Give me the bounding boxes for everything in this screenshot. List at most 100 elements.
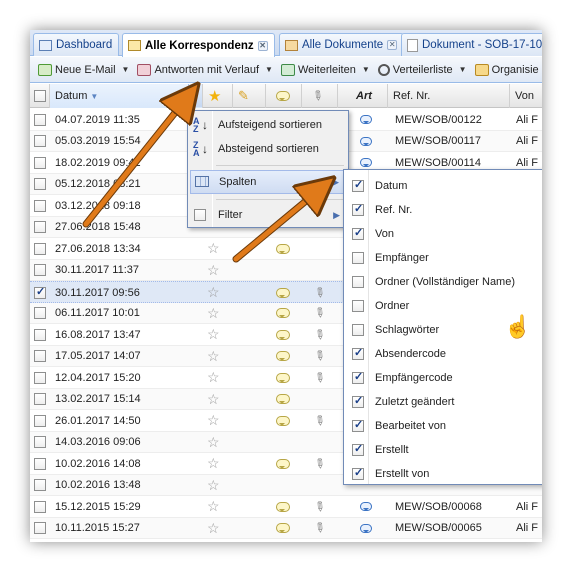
paperclip-icon[interactable]: ✎ [314,325,325,344]
row-checkbox-cell[interactable] [34,174,46,195]
column-toggle-item[interactable]: Erstellt [344,438,542,462]
row-checkbox-cell[interactable] [34,238,46,259]
favorite-cell[interactable]: ☆ [207,238,220,259]
star-outline-icon[interactable]: ☆ [207,498,220,515]
paperclip-icon[interactable]: ✎ [314,368,325,387]
table-row[interactable]: 10.11.2015 15:27 ☆ ✎ MEW/SOB/00065 Ali F [30,517,542,539]
star-outline-icon[interactable]: ☆ [207,391,220,408]
table-row[interactable]: 27.10.2015 14:37 ☆ ✎ MEW/SOB/00063 Ali F [30,539,542,542]
comment-icon[interactable] [276,243,290,254]
paperclip-icon[interactable]: ✎ [314,303,325,322]
comment-column-header[interactable] [266,84,302,108]
column-toggle-checkbox[interactable] [352,324,364,336]
column-toggle-item[interactable]: Zuletzt geändert [344,390,542,414]
column-toggle-checkbox[interactable] [352,178,364,192]
row-checkbox[interactable] [34,350,46,362]
star-outline-icon[interactable]: ☆ [207,520,220,537]
comment-cell[interactable] [276,303,290,324]
row-checkbox[interactable] [34,242,46,255]
attachment-cell[interactable]: ✎ [314,367,325,388]
date-column-header[interactable]: Datum ▼ ▼ [50,84,203,108]
column-toggle-item[interactable]: Empfänger [344,246,542,270]
column-toggle-checkbox[interactable] [352,276,364,288]
columns-item[interactable]: Spalten ▶ [190,170,346,194]
tab-alle-korrespondenz[interactable]: Alle Korrespondenz ✕ [122,33,275,57]
comment-icon[interactable] [276,351,290,361]
comment-icon[interactable] [276,329,290,340]
row-checkbox-cell[interactable] [34,195,46,216]
row-checkbox[interactable] [34,156,46,169]
star-outline-icon[interactable]: ☆ [207,305,220,322]
row-checkbox[interactable] [34,436,46,448]
column-toggle-checkbox[interactable] [352,346,364,360]
row-checkbox-cell[interactable] [34,389,46,410]
favorite-cell[interactable]: ☆ [207,282,220,303]
row-checkbox[interactable] [34,199,46,212]
attachment-cell[interactable]: ✎ [314,303,325,324]
comment-icon[interactable] [276,372,290,383]
comment-cell[interactable] [276,496,290,517]
star-outline-icon[interactable]: ☆ [207,412,220,429]
favorite-cell[interactable]: ☆ [207,496,220,517]
row-checkbox[interactable] [34,264,46,276]
favorite-cell[interactable]: ☆ [207,324,220,345]
attachment-cell[interactable]: ✎ [314,539,325,542]
sort-descending-item[interactable]: ZA ↓ Absteigend sortieren [188,137,348,161]
comment-cell[interactable] [276,410,290,431]
column-toggle-item[interactable]: Bearbeitet von [344,414,542,438]
row-checkbox[interactable] [34,113,46,126]
row-checkbox-cell[interactable] [34,496,46,517]
favorite-cell[interactable]: ☆ [207,410,220,431]
column-toggle-checkbox[interactable] [352,226,364,240]
row-checkbox-cell[interactable] [34,303,46,324]
star-outline-icon[interactable]: ☆ [207,240,220,257]
row-checkbox[interactable] [34,393,46,405]
attachment-cell[interactable]: ✎ [314,282,325,303]
column-toggle-item[interactable]: Datum [344,174,542,198]
star-outline-icon[interactable]: ☆ [207,477,220,494]
favorite-column-header[interactable]: ★ [203,84,233,108]
favorite-cell[interactable]: ☆ [207,539,220,542]
ref-column-header[interactable]: Ref. Nr. [388,84,510,108]
row-checkbox-cell[interactable] [34,453,46,474]
dropdown-arrow-icon[interactable]: ▼ [362,65,370,74]
row-checkbox[interactable] [34,522,46,534]
comment-icon[interactable] [276,415,290,426]
star-outline-icon[interactable]: ☆ [207,326,220,343]
comment-icon[interactable] [276,308,290,318]
column-toggle-checkbox[interactable] [352,202,364,216]
row-checkbox-cell[interactable] [34,282,46,303]
star-outline-icon[interactable]: ☆ [207,455,220,472]
row-checkbox[interactable] [34,178,46,190]
row-checkbox[interactable] [34,135,46,147]
star-outline-icon[interactable]: ☆ [207,284,220,301]
attachment-cell[interactable]: ✎ [314,346,325,367]
row-checkbox[interactable] [34,371,46,384]
row-checkbox[interactable] [34,221,46,233]
table-row[interactable]: 15.12.2015 15:29 ☆ ✎ MEW/SOB/00068 Ali F [30,496,542,518]
comment-cell[interactable] [276,518,290,539]
column-menu-trigger-icon[interactable]: ▼ [188,84,202,107]
paperclip-icon[interactable]: ✎ [314,283,325,302]
attachment-cell[interactable]: ✎ [314,410,325,431]
favorite-cell[interactable]: ☆ [207,432,220,453]
column-toggle-item[interactable]: Ordner (Vollständiger Name) [344,270,542,294]
select-all-checkbox[interactable] [34,90,46,102]
row-checkbox-cell[interactable] [34,260,46,281]
select-all-header[interactable] [30,84,50,108]
row-checkbox[interactable] [34,307,46,319]
paperclip-icon[interactable]: ✎ [314,454,325,473]
tab-dashboard[interactable]: Dashboard [33,33,120,56]
row-checkbox-cell[interactable] [34,475,46,496]
row-checkbox-cell[interactable] [34,131,46,152]
close-tab-icon[interactable]: ✕ [387,40,398,50]
column-toggle-checkbox[interactable] [352,418,364,432]
tab-dokument-sob[interactable]: Dokument - SOB-17-105 [401,33,542,56]
comment-icon[interactable] [276,523,290,533]
from-column-header[interactable]: Von [510,84,542,108]
column-toggle-item[interactable]: Erstellt von [344,462,542,486]
row-checkbox-cell[interactable] [34,432,46,453]
favorite-cell[interactable]: ☆ [207,346,220,367]
favorite-cell[interactable]: ☆ [207,453,220,474]
comment-cell[interactable] [276,282,290,303]
